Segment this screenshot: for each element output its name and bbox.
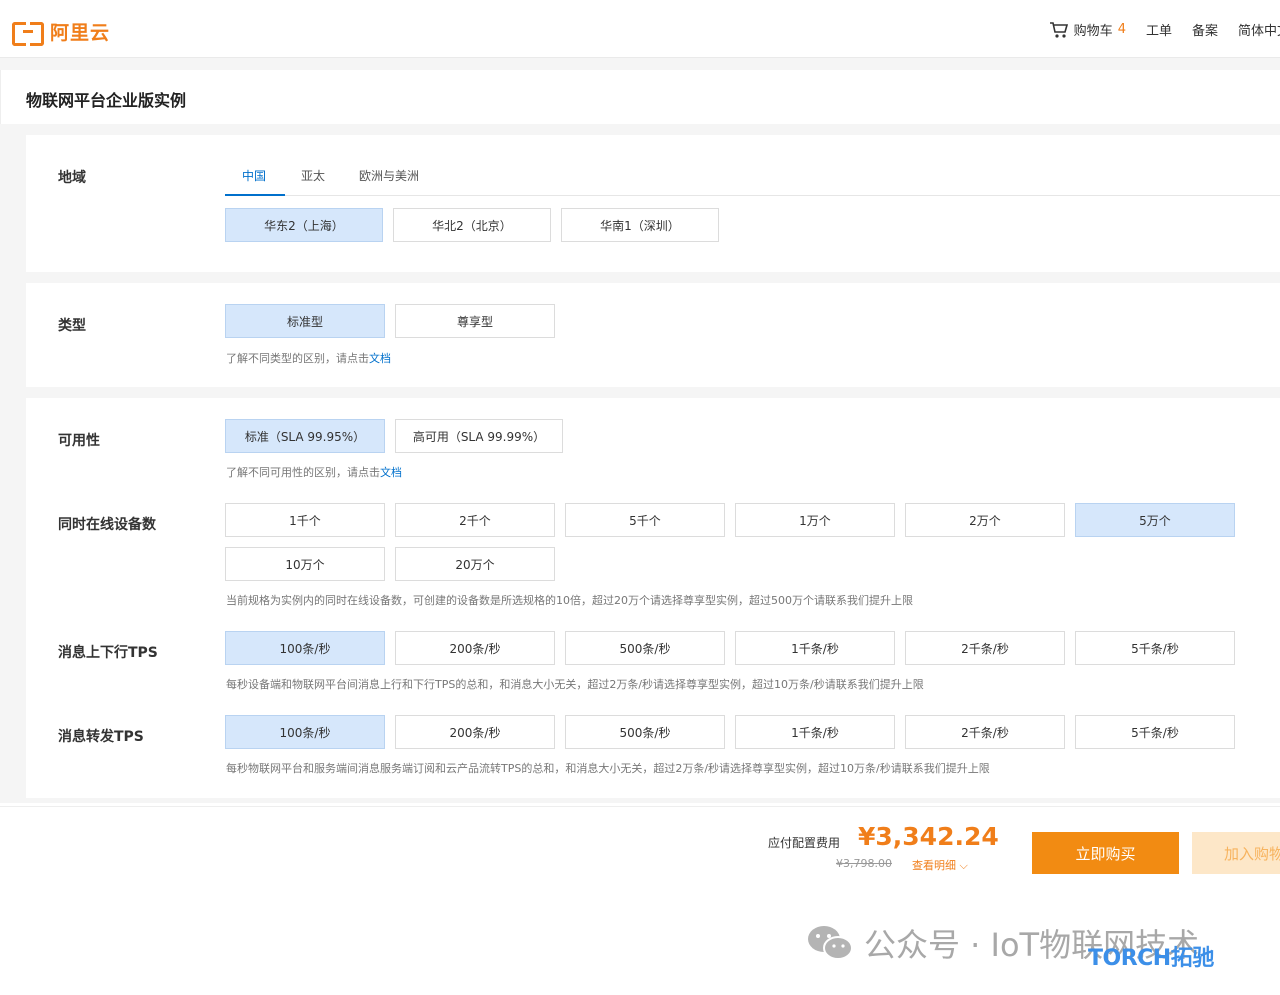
region-option-shenzhen[interactable]: 华南1（深圳） bbox=[561, 208, 719, 242]
nav-link-icp[interactable]: 备案 bbox=[1192, 20, 1218, 39]
region-option-shanghai[interactable]: 华东2（上海） bbox=[225, 208, 383, 242]
view-details-label: 查看明细 bbox=[912, 859, 956, 872]
nav-links: 购物车 4 工单 备案 简体中文 bbox=[1049, 20, 1280, 39]
type-card bbox=[26, 283, 1280, 387]
msg-tps-hint: 每秒设备端和物联网平台间消息上行和下行TPS的总和，和消息大小无关，超过2万条/… bbox=[226, 678, 924, 691]
wechat-icon bbox=[808, 926, 853, 960]
title-bar bbox=[0, 70, 1280, 124]
buy-now-button[interactable]: 立即购买 bbox=[1032, 832, 1179, 874]
page-title: 物联网平台企业版实例 bbox=[26, 91, 187, 110]
forward-tps-option-200[interactable]: 200条/秒 bbox=[395, 715, 555, 749]
msg-tps-label: 消息上下行TPS bbox=[58, 645, 158, 661]
type-doc-link[interactable]: 文档 bbox=[369, 352, 391, 365]
aliyun-logo-icon bbox=[12, 21, 44, 46]
type-hint: 了解不同类型的区别，请点击文档 bbox=[226, 350, 391, 366]
add-to-cart-button[interactable]: 加入购物车 bbox=[1192, 832, 1280, 874]
cart-count: 4 bbox=[1117, 22, 1126, 37]
forward-tps-hint: 每秒物联网平台和服务端间消息服务端订阅和云产品流转TPS的总和，和消息大小无关，… bbox=[226, 762, 990, 775]
cart-icon bbox=[1049, 21, 1068, 38]
availability-option-high[interactable]: 高可用（SLA 99.99%） bbox=[395, 419, 563, 453]
forward-tps-option-100[interactable]: 100条/秒 bbox=[225, 715, 385, 749]
view-details-link[interactable]: 查看明细 ⌵ bbox=[912, 857, 968, 873]
nav-cart[interactable]: 购物车 4 bbox=[1049, 20, 1126, 39]
forward-tps-option-2k[interactable]: 2千条/秒 bbox=[905, 715, 1065, 749]
forward-tps-option-1k[interactable]: 1千条/秒 bbox=[735, 715, 895, 749]
availability-label: 可用性 bbox=[58, 433, 100, 449]
forward-tps-option-500[interactable]: 500条/秒 bbox=[565, 715, 725, 749]
availability-hint-text: 了解不同可用性的区别，请点击 bbox=[226, 466, 380, 479]
chevron-down-icon: ⌵ bbox=[959, 859, 968, 872]
region-option-beijing[interactable]: 华北2（北京） bbox=[393, 208, 551, 242]
devices-option-5k[interactable]: 5千个 bbox=[565, 503, 725, 537]
torch-logo: TORCH拓驰 bbox=[1088, 946, 1214, 971]
nav-link-ticket[interactable]: 工单 bbox=[1146, 20, 1172, 39]
devices-option-50k[interactable]: 5万个 bbox=[1075, 503, 1235, 537]
msg-tps-option-100[interactable]: 100条/秒 bbox=[225, 631, 385, 665]
devices-option-1k[interactable]: 1千个 bbox=[225, 503, 385, 537]
availability-option-standard[interactable]: 标准（SLA 99.95%） bbox=[225, 419, 385, 453]
devices-option-2k[interactable]: 2千个 bbox=[395, 503, 555, 537]
msg-tps-option-5k[interactable]: 5千条/秒 bbox=[1075, 631, 1235, 665]
region-label: 地域 bbox=[58, 170, 86, 186]
tab-china[interactable]: 中国 bbox=[242, 167, 266, 184]
cart-label: 购物车 bbox=[1073, 24, 1113, 39]
region-tabs: 中国 亚太 欧洲与美洲 bbox=[225, 156, 1280, 196]
devices-option-200k[interactable]: 20万个 bbox=[395, 547, 555, 581]
devices-hint: 当前规格为实例内的同时在线设备数，可创建的设备数是所选规格的10倍，超过20万个… bbox=[226, 594, 913, 607]
tab-asia-pacific[interactable]: 亚太 bbox=[301, 167, 325, 184]
msg-tps-option-200[interactable]: 200条/秒 bbox=[395, 631, 555, 665]
tab-europe-america[interactable]: 欧洲与美洲 bbox=[359, 167, 419, 184]
type-option-standard[interactable]: 标准型 bbox=[225, 304, 385, 338]
forward-tps-option-5k[interactable]: 5千条/秒 bbox=[1075, 715, 1235, 749]
devices-label: 同时在线设备数 bbox=[58, 517, 156, 533]
type-label: 类型 bbox=[58, 318, 86, 334]
devices-option-100k[interactable]: 10万个 bbox=[225, 547, 385, 581]
original-price: ¥3,798.00 bbox=[836, 857, 892, 870]
forward-tps-label: 消息转发TPS bbox=[58, 729, 144, 745]
devices-option-20k[interactable]: 2万个 bbox=[905, 503, 1065, 537]
msg-tps-option-500[interactable]: 500条/秒 bbox=[565, 631, 725, 665]
active-tab-indicator bbox=[225, 194, 285, 196]
brand-name: 阿里云 bbox=[50, 22, 111, 44]
type-option-premium[interactable]: 尊享型 bbox=[395, 304, 555, 338]
availability-hint: 了解不同可用性的区别，请点击文档 bbox=[226, 464, 402, 480]
type-hint-text: 了解不同类型的区别，请点击 bbox=[226, 352, 369, 365]
availability-doc-link[interactable]: 文档 bbox=[380, 466, 402, 479]
price-label: 应付配置费用 bbox=[768, 836, 841, 850]
aliyun-logo[interactable]: 阿里云 bbox=[12, 18, 111, 46]
total-price: ¥3,342.24 bbox=[858, 822, 999, 851]
devices-option-10k[interactable]: 1万个 bbox=[735, 503, 895, 537]
msg-tps-option-2k[interactable]: 2千条/秒 bbox=[905, 631, 1065, 665]
nav-link-language[interactable]: 简体中文 bbox=[1238, 20, 1280, 39]
top-nav: 阿里云 购物车 4 工单 备案 简体中文 bbox=[0, 0, 1280, 58]
msg-tps-option-1k[interactable]: 1千条/秒 bbox=[735, 631, 895, 665]
